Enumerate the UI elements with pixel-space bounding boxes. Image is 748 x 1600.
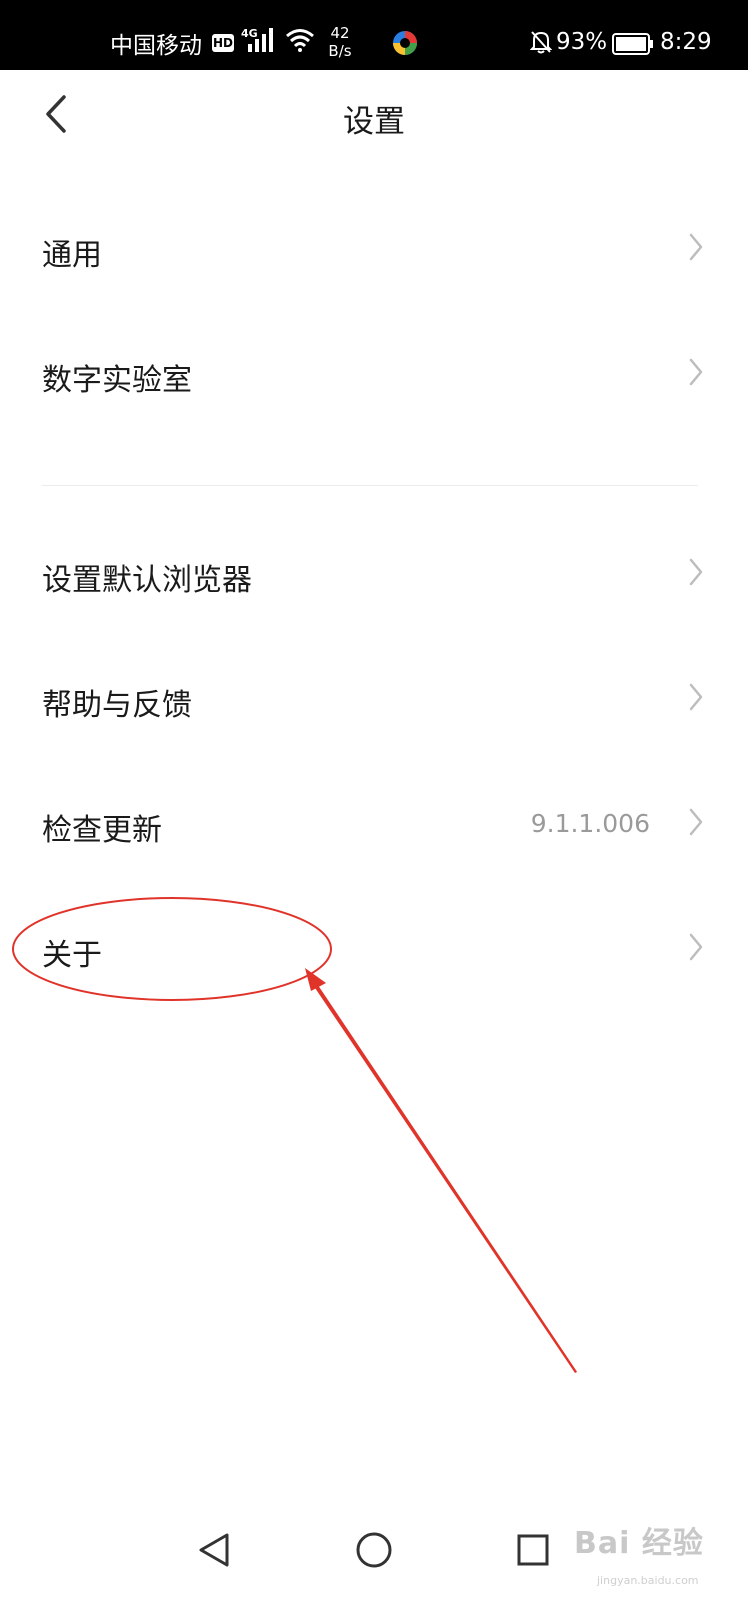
settings-item-help-feedback[interactable]: 帮助与反馈	[0, 650, 748, 750]
bell-muted-icon	[530, 31, 552, 54]
annotation-arrow	[306, 969, 577, 1373]
net-speed-value: 42	[330, 24, 350, 42]
settings-item-label: 帮助与反馈	[42, 688, 192, 723]
section-divider	[42, 485, 698, 486]
square-recents-icon	[517, 1534, 549, 1566]
page-title: 设置	[343, 104, 405, 140]
watermark-url: jingyan.baidu.com	[597, 1574, 699, 1587]
chevron-right-icon	[689, 233, 703, 261]
battery-percent: 93%	[556, 29, 608, 55]
nav-back-button[interactable]	[184, 1520, 244, 1580]
settings-item-default-browser[interactable]: 设置默认浏览器	[0, 525, 748, 625]
battery-icon	[612, 33, 653, 55]
version-number: 9.1.1.006	[530, 809, 650, 838]
settings-item-label: 检查更新	[42, 813, 162, 848]
chevron-right-icon	[689, 808, 703, 836]
signal-icon	[248, 28, 273, 52]
chevron-right-icon	[689, 558, 703, 586]
app-notification-icon	[393, 31, 417, 55]
net-speed-unit: B/s	[328, 42, 352, 60]
chevron-right-icon	[689, 683, 703, 711]
watermark-logo: Bai 经验	[574, 1526, 704, 1561]
clock-time: 8:29	[660, 29, 712, 55]
settings-item-label: 关于	[42, 938, 102, 973]
settings-item-digital-lab[interactable]: 数字实验室	[0, 325, 748, 425]
settings-item-label: 设置默认浏览器	[42, 563, 252, 598]
net-speed: 42 B/s	[322, 24, 358, 60]
settings-item-general[interactable]: 通用	[0, 200, 748, 300]
settings-item-label: 通用	[42, 238, 102, 273]
wifi-icon	[286, 29, 314, 52]
circle-home-icon	[356, 1532, 392, 1568]
settings-item-label: 数字实验室	[42, 363, 192, 398]
settings-item-check-update[interactable]: 检查更新 9.1.1.006	[0, 775, 748, 875]
chevron-right-icon	[689, 933, 703, 961]
triangle-back-icon	[199, 1533, 229, 1567]
carrier-name: 中国移动	[110, 33, 202, 59]
status-bar: 中国移动 HD 4G 42 B/s 93% 8:29	[0, 0, 748, 70]
settings-item-about[interactable]: 关于	[0, 900, 748, 1000]
nav-home-button[interactable]	[344, 1520, 404, 1580]
chevron-right-icon	[689, 358, 703, 386]
nav-recents-button[interactable]	[503, 1520, 563, 1580]
hd-badge: HD	[212, 34, 234, 52]
